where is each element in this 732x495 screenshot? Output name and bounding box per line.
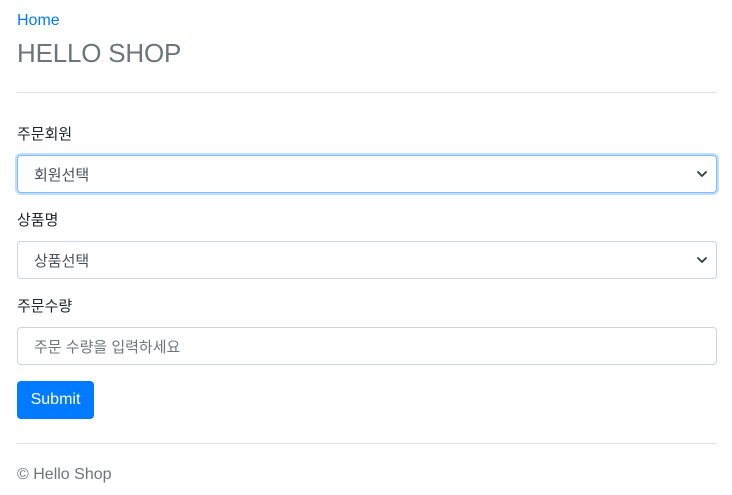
- count-input-placeholder: 주문 수량을 입력하세요: [34, 338, 181, 356]
- count-input[interactable]: 주문 수량을 입력하세요: [17, 327, 717, 365]
- header-divider: [17, 92, 717, 93]
- member-label: 주문회원: [17, 126, 73, 143]
- page-title: HELLO SHOP: [17, 38, 182, 68]
- item-select-value: 상품선택: [34, 252, 90, 270]
- member-select-value: 회원선택: [34, 166, 90, 184]
- member-select[interactable]: 회원선택: [17, 155, 717, 193]
- page: Home HELLO SHOP 주문회원 회원선택 상품명 상품선택 주문수량 …: [0, 0, 732, 495]
- item-select[interactable]: 상품선택: [17, 241, 717, 279]
- chevron-down-icon: [697, 171, 707, 177]
- count-label: 주문수량: [17, 298, 73, 315]
- footer-divider: [17, 443, 717, 444]
- item-label: 상품명: [17, 212, 59, 229]
- footer-text: © Hello Shop: [17, 466, 112, 483]
- chevron-down-icon: [697, 257, 707, 263]
- submit-button[interactable]: Submit: [17, 381, 94, 419]
- home-link[interactable]: Home: [17, 11, 60, 31]
